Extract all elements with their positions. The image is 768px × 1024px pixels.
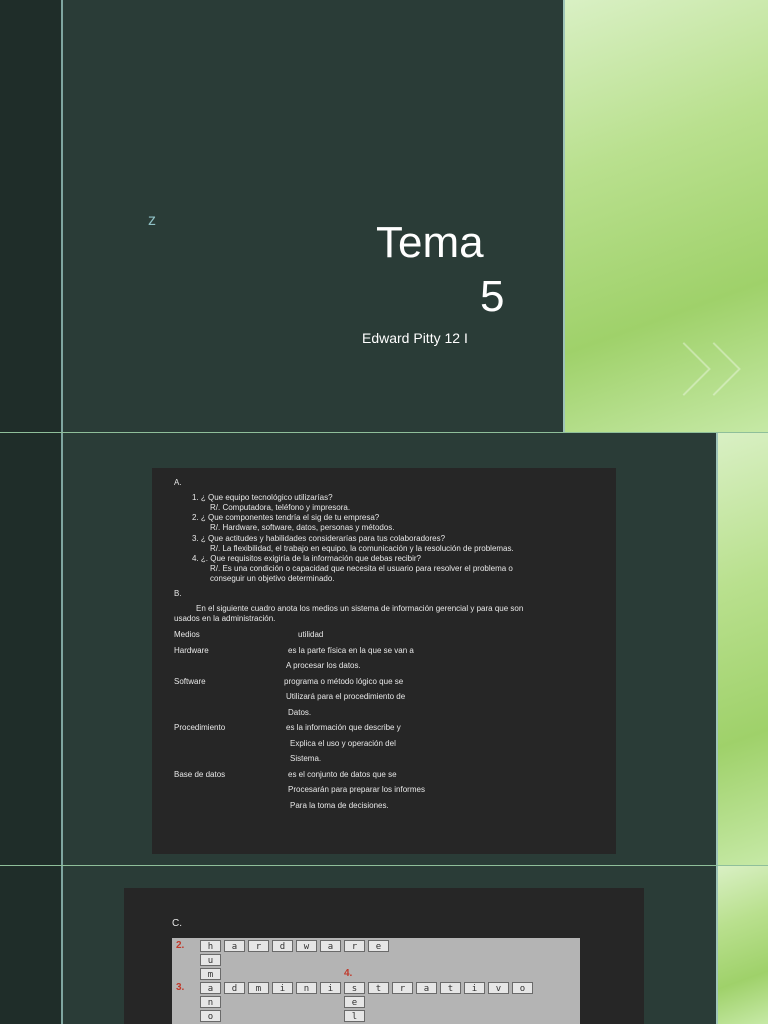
crossword-cell: a [200,982,221,994]
crossword-cell: m [200,968,221,980]
document-line: R/. Computadora, teléfono y impresora. [210,503,351,512]
crossword-cell: e [344,996,365,1008]
crossword-cell: i [464,982,485,994]
document-line: Sistema. [290,754,322,763]
green-panel [565,0,768,432]
document-line: A procesar los datos. [286,661,361,670]
document-line: Utilizará para el procedimiento de [286,692,406,701]
clue-number: 2. [176,940,185,951]
document-line: utilidad [298,630,324,639]
document-line: A. [174,478,182,487]
crossword-slide: C. h a r d w a r e u m n o a d m i n i s t r a t i v o e l 2. 3. 4. [0,866,768,1024]
crossword-cell: o [512,982,533,994]
questionnaire-image: A. 1. ¿ Que equipo tecnológico utilizaría… [152,468,616,854]
document-line: Base de datos [174,770,226,779]
document-line: es el conjunto de datos que se [288,770,397,779]
document-line: R/. Hardware, software, datos, personas … [210,523,395,532]
crossword-cell: i [320,982,341,994]
left-accent-line [61,433,63,865]
green-panel [718,866,768,1024]
left-stripe [0,433,61,865]
document-line: 2. ¿ Que componentes tendría el sig de t… [192,513,380,522]
document-line: conseguir un objetivo determinado. [210,574,335,583]
document-line: 4. ¿. Que requisitos exigiría de la info… [192,554,422,563]
green-panel [718,433,768,865]
document-line: R/. La flexibilidad, el trabajo en equip… [210,544,514,553]
green-panel-edge [563,0,565,432]
document-slide: A. 1. ¿ Que equipo tecnológico utilizaría… [0,433,768,865]
document-line: Datos. [288,708,312,717]
crossword-cell: r [248,940,269,952]
crossword-cell: r [392,982,413,994]
document-line: En el siguiente cuadro anota los medios … [196,604,524,613]
left-stripe [0,0,61,432]
crossword-cell: s [344,982,365,994]
green-panel-edge [716,866,718,1024]
document-line: R/. Es una condición o capacidad que nec… [210,564,513,573]
green-panel-edge [716,433,718,865]
crossword-cell: r [344,940,365,952]
left-stripe [0,866,61,1024]
document-line: es la información que describe y [286,723,401,732]
document-line: es la parte física en la que se van a [288,646,414,655]
crossword-cell: v [488,982,509,994]
document-line: 1. ¿ Que equipo tecnológico utilizarías? [192,493,333,502]
crossword-cell: a [224,940,245,952]
clue-number: 4. [344,968,353,979]
crossword-cell: m [248,982,269,994]
left-accent-line [61,0,63,432]
crossword-cell: e [368,940,389,952]
title-slide: z Tema 5 Edward Pitty 12 I [0,0,768,432]
crossword-cell: a [320,940,341,952]
crossword-cell: h [200,940,221,952]
crossword-cell: l [344,1010,365,1022]
document-line: usados en la administración. [174,614,276,623]
document-line: Para la toma de decisiones. [290,801,389,810]
crossword-cell: a [416,982,437,994]
crossword-grid: h a r d w a r e u m n o a d m i n i s t r a t i v o e l 2. 3. 4. [172,938,580,1024]
crossword-cell: d [272,940,293,952]
crossword-cell: d [224,982,245,994]
crossword-cell: i [272,982,293,994]
left-accent-line [61,866,63,1024]
logo-z: z [148,212,156,229]
crossword-image: C. h a r d w a r e u m n o a d m i n i s t r a t i v o e l 2. 3. 4. [124,888,644,1024]
author-name: Edward Pitty 12 I [362,330,468,346]
slide-title: Tema [376,218,484,267]
document-line: Explica el uso y operación del [290,739,396,748]
crossword-cell: t [368,982,389,994]
document-line: Hardware [174,646,209,655]
slide-title-number: 5 [480,272,505,321]
crossword-cell: w [296,940,317,952]
section-label: C. [172,918,182,929]
clue-number: 3. [176,982,185,993]
chevron-decoration-icon [687,342,741,396]
crossword-cell: o [200,1010,221,1022]
document-line: Software [174,677,206,686]
document-line: Medios [174,630,200,639]
document-line: Procedimiento [174,723,226,732]
crossword-cell: t [440,982,461,994]
crossword-cell: n [296,982,317,994]
document-line: 3. ¿ Que actitudes y habilidades conside… [192,534,446,543]
document-line: programa o método lógico que se [284,677,404,686]
document-line: Procesarán para preparar los informes [288,785,425,794]
document-line: B. [174,589,182,598]
crossword-cell: n [200,996,221,1008]
crossword-cell: u [200,954,221,966]
